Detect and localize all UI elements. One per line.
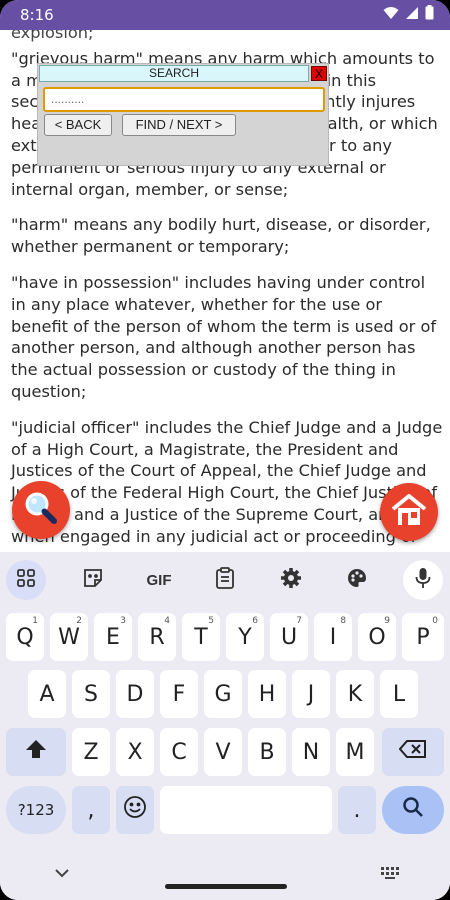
key-l[interactable]: L xyxy=(380,670,418,718)
key-r[interactable]: R4 xyxy=(138,613,176,661)
home-gesture-handle[interactable] xyxy=(165,884,287,889)
key-p[interactable]: P0 xyxy=(402,613,444,661)
space-key[interactable] xyxy=(160,786,332,834)
wifi-icon xyxy=(383,6,399,25)
key-m[interactable]: M xyxy=(336,728,374,776)
keyboard: GIF Q 1 W 2 E 3 R 4 T 5 Y 6 U 7 I 8 O 9 … xyxy=(0,552,450,900)
key-j[interactable]: J xyxy=(292,670,330,718)
find-next-button[interactable]: FIND / NEXT > xyxy=(122,114,236,136)
apps-icon xyxy=(16,568,36,593)
clipboard-icon xyxy=(215,566,235,594)
key-i[interactable]: I8 xyxy=(314,613,352,661)
key-f[interactable]: F xyxy=(160,670,198,718)
key-t[interactable]: T5 xyxy=(182,613,220,661)
gif-button[interactable]: GIF xyxy=(139,560,179,600)
voice-input-button[interactable] xyxy=(403,560,443,600)
search-dialog-title: SEARCH xyxy=(39,65,309,82)
back-button[interactable]: < BACK xyxy=(44,114,112,136)
key-z[interactable]: Z xyxy=(72,728,110,776)
key-c[interactable]: C xyxy=(160,728,198,776)
shift-icon xyxy=(25,738,47,766)
key-u[interactable]: U7 xyxy=(270,613,308,661)
home-fab[interactable] xyxy=(380,483,438,541)
search-dialog: SEARCH X .......... < BACK FIND / NEXT > xyxy=(37,63,329,166)
key-o[interactable]: O9 xyxy=(358,613,396,661)
close-button[interactable]: X xyxy=(311,66,327,81)
key-v[interactable]: V xyxy=(204,728,242,776)
shift-key[interactable] xyxy=(6,728,66,776)
search-input[interactable]: .......... xyxy=(43,87,325,112)
key-k[interactable]: K xyxy=(336,670,374,718)
symbols-key[interactable]: ?123 xyxy=(6,786,66,834)
gear-icon xyxy=(280,567,302,594)
backspace-icon xyxy=(398,739,427,765)
status-bar: 8:16 xyxy=(0,0,450,30)
key-e[interactable]: E3 xyxy=(94,613,132,661)
comma-key[interactable]: , xyxy=(72,786,110,834)
navigation-bar xyxy=(0,852,450,900)
keyboard-switch-icon[interactable] xyxy=(380,866,400,885)
sticker-button[interactable] xyxy=(73,560,113,600)
mic-icon xyxy=(415,567,431,594)
key-s[interactable]: S xyxy=(72,670,110,718)
emoji-icon xyxy=(123,795,147,825)
sticker-icon xyxy=(82,567,104,594)
key-d[interactable]: D xyxy=(116,670,154,718)
search-icon xyxy=(402,796,424,824)
hide-keyboard-icon[interactable] xyxy=(54,866,70,884)
key-h[interactable]: H xyxy=(248,670,286,718)
paragraph: "harm" means any bodily hurt, disease, o… xyxy=(11,215,431,257)
magnifier-icon xyxy=(21,488,61,533)
key-w[interactable]: W2 xyxy=(50,613,88,661)
key-q[interactable]: Q1 xyxy=(6,613,44,661)
screen: explosion; "grievous harm" means any har… xyxy=(0,0,450,900)
key-y[interactable]: Y6 xyxy=(226,613,264,661)
signal-icon xyxy=(405,6,419,25)
key-a[interactable]: A xyxy=(28,670,66,718)
status-time: 8:16 xyxy=(20,6,54,24)
theme-button[interactable] xyxy=(337,560,377,600)
search-key[interactable] xyxy=(382,786,444,834)
key-x[interactable]: X xyxy=(116,728,154,776)
paragraph: "have in possession" includes having und… xyxy=(11,272,437,401)
battery-icon xyxy=(425,5,434,25)
clipboard-button[interactable] xyxy=(205,560,245,600)
emoji-key[interactable] xyxy=(116,786,154,834)
backspace-key[interactable] xyxy=(382,728,444,776)
apps-button[interactable] xyxy=(6,560,46,600)
palette-icon xyxy=(346,567,368,594)
paragraph: "judicial officer" includes the Chief Ju… xyxy=(11,417,443,568)
key-g[interactable]: G xyxy=(204,670,242,718)
key-b[interactable]: B xyxy=(248,728,286,776)
settings-button[interactable] xyxy=(271,560,311,600)
period-key[interactable]: . xyxy=(338,786,376,834)
search-fab[interactable] xyxy=(12,481,70,539)
key-n[interactable]: N xyxy=(292,728,330,776)
home-icon xyxy=(390,491,428,534)
